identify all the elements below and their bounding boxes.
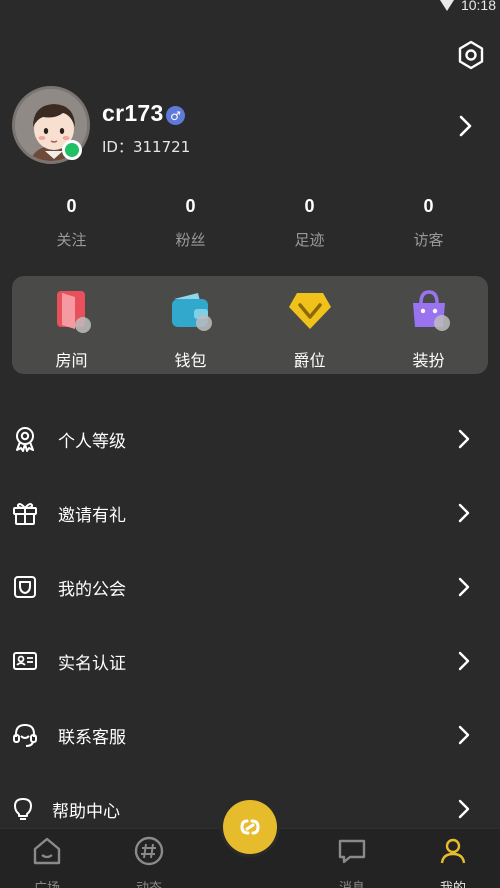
chevron-right-icon bbox=[458, 577, 470, 597]
menu-item-label: 邀请有礼 bbox=[58, 506, 126, 526]
chevron-right-icon bbox=[458, 651, 470, 671]
menu-item-label: 个人等级 bbox=[58, 432, 126, 452]
tab-feed[interactable]: 动态 bbox=[119, 835, 179, 888]
menu-item-label: 联系客服 bbox=[58, 728, 126, 748]
nobility-icon bbox=[288, 293, 331, 329]
menu-item-verification[interactable]: 实名认证 bbox=[0, 624, 500, 698]
tab-label: 动态 bbox=[119, 877, 179, 888]
stat-following[interactable]: 0 关注 bbox=[12, 196, 131, 256]
quick-action-nobility[interactable]: 爵位 bbox=[250, 276, 369, 374]
chevron-right-icon bbox=[458, 503, 470, 523]
stat-label: 足迹 bbox=[294, 231, 325, 249]
menu-item-customer-service[interactable]: 联系客服 bbox=[0, 698, 500, 772]
stat-value: 0 bbox=[185, 196, 196, 216]
quick-action-room[interactable]: 房间 bbox=[12, 276, 131, 374]
stat-label: 访客 bbox=[413, 231, 444, 249]
lightbulb-icon bbox=[14, 798, 32, 820]
status-time: 10:18 bbox=[460, 0, 496, 13]
chevron-right-icon[interactable] bbox=[458, 114, 474, 138]
chevron-right-icon bbox=[458, 725, 470, 745]
center-action-button[interactable] bbox=[223, 800, 277, 854]
settings-icon bbox=[458, 40, 484, 70]
quick-action-dressup[interactable]: 装扮 bbox=[369, 276, 488, 374]
gift-icon bbox=[13, 503, 37, 525]
quick-action-label: 房间 bbox=[55, 351, 88, 370]
chevron-right-icon bbox=[458, 429, 470, 449]
quick-actions-panel: 房间 钱包 爵位 装扮 bbox=[12, 276, 488, 374]
user-id: ID：311721 bbox=[102, 138, 191, 156]
profile-icon bbox=[440, 838, 466, 864]
stat-visitors[interactable]: 0 访客 bbox=[369, 196, 488, 256]
menu-item-label: 实名认证 bbox=[58, 654, 126, 674]
male-gender-icon: ♂ bbox=[166, 106, 185, 125]
tab-square[interactable]: 广场 bbox=[17, 835, 77, 888]
tab-messages[interactable]: 消息 bbox=[322, 835, 382, 888]
hashtag-icon bbox=[134, 836, 164, 866]
headset-icon bbox=[13, 723, 37, 747]
menu-item-label: 我的公会 bbox=[58, 580, 126, 600]
stat-value: 0 bbox=[66, 196, 77, 216]
id-card-icon bbox=[13, 652, 37, 670]
message-icon bbox=[338, 839, 366, 864]
menu-item-guild[interactable]: 我的公会 bbox=[0, 550, 500, 624]
tab-label: 消息 bbox=[322, 877, 382, 888]
chevron-right-icon bbox=[458, 799, 470, 819]
room-icon bbox=[56, 291, 91, 333]
status-bar: 10:18 bbox=[0, 0, 500, 14]
stat-value: 0 bbox=[304, 196, 315, 216]
stat-fans[interactable]: 0 粉丝 bbox=[131, 196, 250, 256]
home-icon bbox=[33, 837, 61, 865]
tab-label: 我的 bbox=[423, 877, 483, 888]
tab-mine[interactable]: 我的 bbox=[423, 835, 483, 888]
stat-value: 0 bbox=[423, 196, 434, 216]
username: cr173 bbox=[102, 100, 164, 126]
guild-icon bbox=[14, 576, 36, 598]
quick-action-label: 爵位 bbox=[293, 351, 326, 370]
stat-label: 关注 bbox=[56, 231, 87, 249]
wifi-icon bbox=[440, 0, 454, 11]
stat-footprints[interactable]: 0 足迹 bbox=[250, 196, 369, 256]
settings-menu: 个人等级 邀请有礼 我的公会 实名认证 联系客服 帮助中心 bbox=[0, 402, 500, 846]
quick-action-label: 装扮 bbox=[412, 351, 445, 370]
medal-icon bbox=[16, 427, 34, 452]
dressup-icon bbox=[412, 290, 450, 331]
stats-row: 0 关注 0 粉丝 0 足迹 0 访客 bbox=[12, 196, 488, 256]
online-status-dot bbox=[62, 140, 82, 160]
menu-item-level[interactable]: 个人等级 bbox=[0, 402, 500, 476]
link-icon bbox=[240, 819, 260, 835]
quick-action-wallet[interactable]: 钱包 bbox=[131, 276, 250, 374]
stat-label: 粉丝 bbox=[175, 231, 206, 249]
menu-item-invite[interactable]: 邀请有礼 bbox=[0, 476, 500, 550]
menu-item-label: 帮助中心 bbox=[52, 802, 120, 822]
quick-action-label: 钱包 bbox=[174, 351, 207, 370]
tab-label: 广场 bbox=[17, 877, 77, 888]
profile-header[interactable]: cr173 ♂ ID：311721 bbox=[12, 86, 488, 172]
wallet-icon bbox=[171, 293, 212, 331]
settings-button[interactable] bbox=[454, 38, 488, 72]
